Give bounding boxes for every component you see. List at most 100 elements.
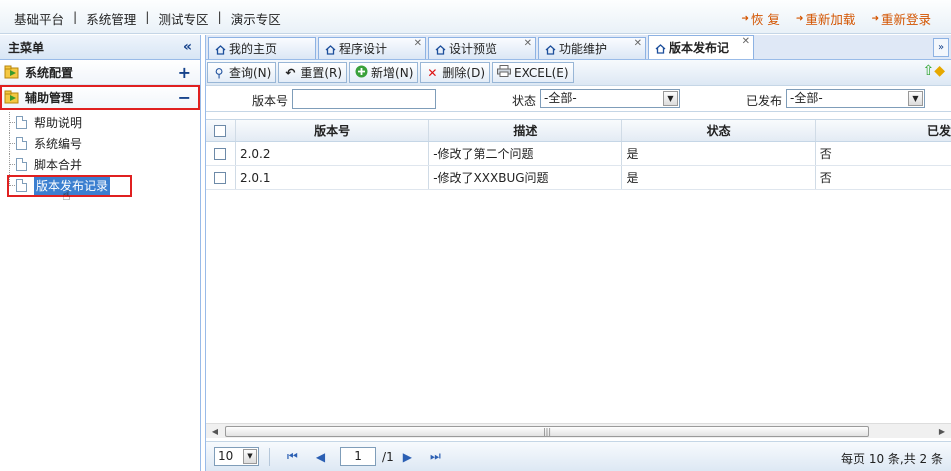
nav-item-platform[interactable]: 基础平台 — [14, 9, 73, 28]
undo-icon: ↶ — [285, 65, 296, 80]
scroll-thumb[interactable]: ||| — [225, 426, 869, 437]
column-header-status[interactable]: 状态 — [622, 120, 816, 141]
restore-link[interactable]: ➜ 恢 复 — [741, 9, 780, 28]
pager: 10 ▼ ⏮ ◀ 1 /1 ▶ ⏭ 每页 10 条,共 2 条 — [206, 441, 951, 471]
close-icon[interactable]: ✕ — [414, 38, 422, 49]
column-header-published[interactable]: 已发 — [816, 120, 951, 141]
prev-page-icon[interactable]: ◀ — [316, 450, 325, 464]
collapse-icon[interactable]: « — [183, 39, 192, 55]
chevron-down-icon[interactable]: » — [933, 38, 949, 57]
tree-item-label: 帮助说明 — [34, 116, 83, 130]
chevron-down-icon: ▼ — [908, 91, 923, 106]
cell-version: 2.0.2 — [236, 142, 430, 165]
row-checkbox[interactable] — [214, 147, 227, 160]
home-icon — [655, 43, 666, 54]
scroll-right-icon[interactable]: ▶ — [935, 425, 949, 438]
column-header-version[interactable]: 版本号 — [236, 120, 430, 141]
cell-description: -修改了XXXBUG问题 — [429, 166, 623, 189]
toolbar-right: ⇧ ◆ — [922, 63, 945, 79]
plus-circle-icon — [354, 65, 368, 81]
last-page-icon[interactable]: ⏭ — [430, 449, 441, 464]
delete-button[interactable]: ✕ 删除(D) — [420, 62, 490, 83]
first-page-icon[interactable]: ⏮ — [287, 449, 298, 464]
select-all-checkbox[interactable] — [214, 124, 227, 137]
query-button-label: 查询(N) — [229, 66, 272, 80]
lightbulb-icon[interactable]: ◆ — [934, 63, 945, 79]
column-header-description[interactable]: 描述 — [429, 120, 623, 141]
nav-item-system[interactable]: 系统管理 — [77, 9, 145, 28]
cell-version: 2.0.1 — [236, 166, 430, 189]
home-icon — [215, 44, 226, 55]
table-row[interactable]: 2.0.1 -修改了XXXBUG问题 是 否 — [206, 166, 951, 190]
toolbar: ⚲ 查询(N) ↶ 重置(R) 新增(N) ✕ 删除(D) EXCEL(E) ⇧… — [206, 60, 951, 86]
tree-item-sysnum[interactable]: 系统编号 — [0, 133, 200, 154]
expand-icon[interactable]: + — [178, 63, 191, 82]
row-checkbox-cell — [206, 142, 236, 165]
version-input[interactable] — [292, 89, 436, 109]
document-icon — [16, 116, 27, 129]
status-select-value: -全部- — [544, 91, 577, 105]
tab-release-log[interactable]: 版本发布记 ✕ — [648, 35, 754, 59]
main-panel: 我的主页 程序设计 ✕ 设计预览 ✕ 功能维护 ✕ 版本发布记 ✕ » ⚲ 查询… — [205, 35, 951, 471]
next-page-icon[interactable]: ▶ — [403, 450, 412, 464]
reload-link[interactable]: ➜ 重新加载 — [796, 9, 856, 28]
tab-function-maint[interactable]: 功能维护 ✕ — [538, 37, 646, 59]
tree-line — [9, 143, 15, 144]
tab-home[interactable]: 我的主页 — [208, 37, 316, 59]
page-size-select[interactable]: 10 ▼ — [214, 447, 259, 466]
row-checkbox[interactable] — [214, 171, 227, 184]
home-icon — [435, 44, 446, 55]
sidebar-group-aux[interactable]: 辅助管理 − — [0, 85, 200, 110]
top-actions: ➜ 恢 复 ➜ 重新加载 ➜ 重新登录 — [741, 9, 931, 28]
sidebar-group-label: 辅助管理 — [25, 90, 74, 105]
current-page-input[interactable]: 1 — [340, 447, 377, 466]
hand-cursor-icon: ☝ — [62, 188, 71, 204]
close-icon[interactable]: ✕ — [634, 38, 642, 49]
page-size-value: 10 — [218, 449, 234, 463]
chevron-down-icon: ▼ — [243, 449, 257, 464]
close-icon[interactable]: ✕ — [742, 36, 750, 47]
sidebar-title: 主菜单 — [8, 40, 45, 55]
document-icon — [16, 137, 27, 150]
reset-button[interactable]: ↶ 重置(R) — [278, 62, 348, 83]
sidebar-group-config[interactable]: 系统配置 + — [0, 60, 200, 85]
tab-program-design[interactable]: 程序设计 ✕ — [318, 37, 426, 59]
nav-item-demo[interactable]: 演示专区 — [222, 9, 290, 28]
tree-item-script[interactable]: 脚本合并 — [0, 154, 200, 175]
tab-label: 程序设计 — [339, 42, 388, 56]
home-icon — [545, 44, 556, 55]
excel-button-label: EXCEL(E) — [514, 65, 569, 80]
add-button[interactable]: 新增(N) — [349, 62, 419, 83]
delete-button-label: 删除(D) — [442, 66, 485, 80]
table-row[interactable]: 2.0.2 -修改了第二个问题 是 否 — [206, 142, 951, 166]
home-icon — [325, 44, 336, 55]
reset-button-label: 重置(R) — [300, 66, 343, 80]
collapse-group-icon[interactable]: − — [178, 88, 191, 107]
tree-item-help[interactable]: 帮助说明 — [0, 112, 200, 133]
tab-design-preview[interactable]: 设计预览 ✕ — [428, 37, 536, 59]
reload-label: 重新加载 — [805, 12, 856, 27]
row-checkbox-cell — [206, 166, 236, 189]
relogin-link[interactable]: ➜ 重新登录 — [871, 9, 931, 28]
header-checkbox-cell — [206, 120, 236, 141]
excel-button[interactable]: EXCEL(E) — [492, 62, 574, 83]
sidebar: 主菜单 « 系统配置 + 辅助管理 − 帮助说明 系统编号 脚本合并 版本发布记… — [0, 35, 201, 471]
tree-line — [9, 164, 15, 165]
query-button[interactable]: ⚲ 查询(N) — [207, 62, 277, 83]
document-icon — [16, 158, 27, 171]
add-button-label: 新增(N) — [371, 66, 414, 80]
status-select[interactable]: -全部- ▼ — [540, 89, 680, 108]
close-icon[interactable]: ✕ — [524, 38, 532, 49]
cell-status: 是 — [622, 166, 816, 189]
arrow-up-icon[interactable]: ⇧ — [922, 63, 934, 79]
tree-item-release[interactable]: 版本发布记录 ☝ — [0, 175, 200, 204]
search-icon: ⚲ — [214, 65, 224, 80]
nav-item-test[interactable]: 测试专区 — [149, 9, 217, 28]
published-select[interactable]: -全部- ▼ — [786, 89, 925, 108]
sidebar-header: 主菜单 « — [0, 35, 200, 60]
horizontal-scrollbar[interactable]: ◀ ||| ▶ — [206, 423, 951, 438]
scroll-left-icon[interactable]: ◀ — [208, 425, 222, 438]
top-bar: 基础平台 | 系统管理 | 测试专区 | 演示专区 ➜ 恢 复 ➜ 重新加载 ➜ 重新… — [0, 0, 951, 34]
top-nav: 基础平台 | 系统管理 | 测试专区 | 演示专区 — [14, 9, 290, 28]
tree-item-label: 脚本合并 — [34, 158, 83, 172]
